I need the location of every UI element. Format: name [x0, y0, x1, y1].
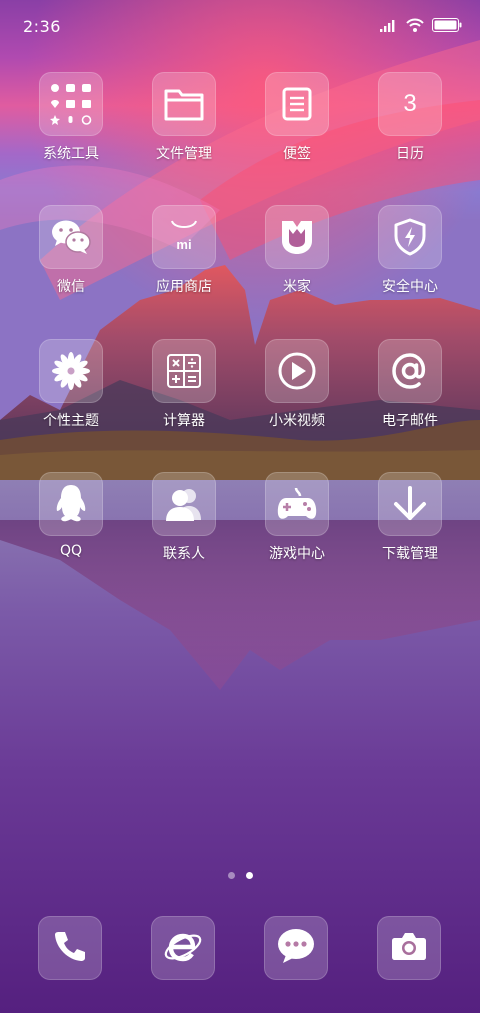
app-label: 文件管理 — [156, 146, 212, 162]
app-game-center[interactable]: 游戏中心 — [247, 472, 347, 582]
app-label: 便签 — [283, 146, 311, 162]
notes-icon — [265, 72, 329, 136]
app-security-center[interactable]: 安全中心 — [360, 205, 460, 315]
app-contacts[interactable]: 联系人 — [134, 472, 234, 582]
dock-browser[interactable] — [151, 916, 215, 980]
app-calculator[interactable]: 计算器 — [134, 339, 234, 449]
app-store-icon: mi — [152, 205, 216, 269]
app-label: 系统工具 — [43, 146, 99, 162]
app-notes[interactable]: 便签 — [247, 72, 347, 182]
tools-folder-icon — [39, 72, 103, 136]
status-bar: 2:36 — [0, 0, 480, 52]
app-label: 下载管理 — [382, 546, 438, 562]
app-mi-video[interactable]: 小米视频 — [247, 339, 347, 449]
messages-icon — [276, 927, 316, 969]
signal-icon — [380, 17, 398, 36]
app-label: 联系人 — [163, 546, 205, 562]
app-system-tools[interactable]: 系统工具 — [21, 72, 121, 182]
calculator-icon — [152, 339, 216, 403]
mijia-icon — [265, 205, 329, 269]
video-play-icon — [265, 339, 329, 403]
app-label: 安全中心 — [382, 279, 438, 295]
page-dot[interactable] — [227, 872, 235, 879]
status-time: 2:36 — [23, 17, 61, 36]
contacts-icon — [152, 472, 216, 536]
app-label: 个性主题 — [43, 413, 99, 429]
folder-icon — [152, 72, 216, 136]
app-label: 电子邮件 — [382, 413, 438, 429]
app-themes[interactable]: 个性主题 — [21, 339, 121, 449]
app-label: 计算器 — [163, 413, 205, 429]
browser-icon — [163, 926, 203, 970]
wechat-icon — [39, 205, 103, 269]
theme-flower-icon — [39, 339, 103, 403]
app-download-manager[interactable]: 下载管理 — [360, 472, 460, 582]
gamepad-icon — [265, 472, 329, 536]
email-at-icon — [378, 339, 442, 403]
dock-messages[interactable] — [264, 916, 328, 980]
app-file-manager[interactable]: 文件管理 — [134, 72, 234, 182]
status-icons — [380, 17, 462, 36]
dock-phone[interactable] — [38, 916, 102, 980]
app-label: 小米视频 — [269, 413, 325, 429]
wifi-icon — [406, 17, 424, 36]
app-label: 微信 — [57, 279, 85, 295]
app-label: 米家 — [283, 279, 311, 295]
page-indicator — [0, 872, 480, 879]
app-calendar[interactable]: 3 日历 — [360, 72, 460, 182]
svg-text:mi: mi — [176, 237, 191, 252]
app-app-store[interactable]: mi 应用商店 — [134, 205, 234, 315]
battery-icon — [432, 17, 462, 36]
app-label: 日历 — [396, 146, 424, 162]
download-arrow-icon — [378, 472, 442, 536]
app-qq[interactable]: QQ — [21, 472, 121, 582]
phone-icon — [53, 929, 87, 967]
qq-penguin-icon — [39, 472, 103, 536]
app-label: 应用商店 — [156, 279, 212, 295]
calendar-date: 3 — [403, 90, 417, 117]
calendar-icon: 3 — [378, 72, 442, 136]
security-shield-icon — [378, 205, 442, 269]
app-mijia[interactable]: 米家 — [247, 205, 347, 315]
app-wechat[interactable]: 微信 — [21, 205, 121, 315]
page-dot-active[interactable] — [245, 872, 253, 879]
app-label: QQ — [59, 543, 83, 559]
dock-camera[interactable] — [377, 916, 441, 980]
app-email[interactable]: 电子邮件 — [360, 339, 460, 449]
camera-icon — [391, 931, 427, 965]
app-label: 游戏中心 — [269, 546, 325, 562]
